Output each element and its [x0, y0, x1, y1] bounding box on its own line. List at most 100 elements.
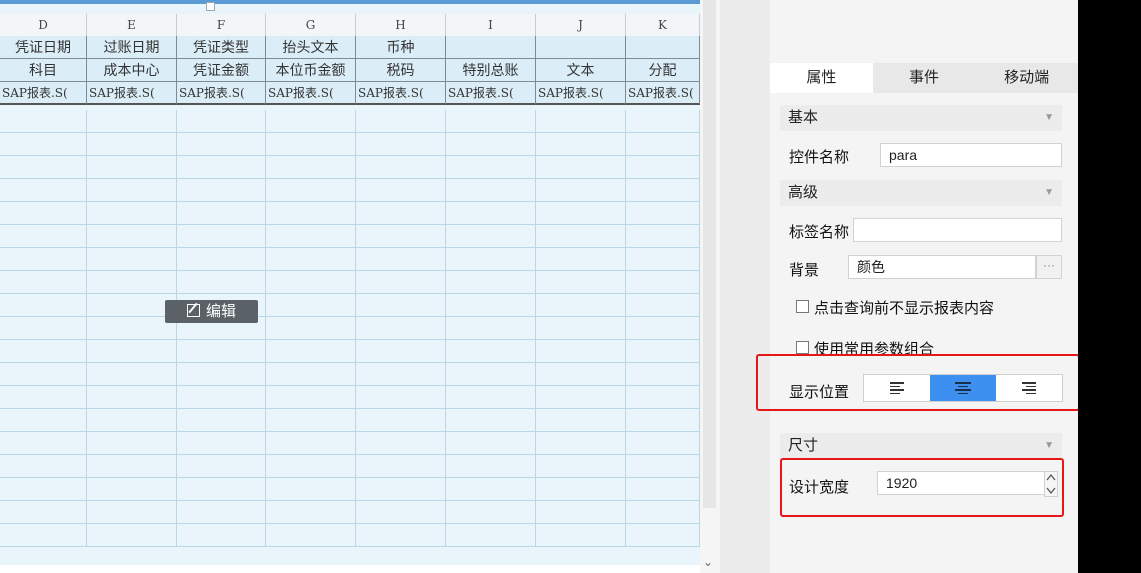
- table-cell[interactable]: [177, 432, 266, 455]
- table-cell[interactable]: [356, 133, 446, 156]
- table-cell[interactable]: [87, 363, 177, 386]
- table-cell[interactable]: [446, 386, 536, 409]
- table-cell[interactable]: [626, 524, 700, 547]
- table-cell[interactable]: [87, 317, 177, 340]
- table-cell[interactable]: [446, 110, 536, 133]
- table-cell[interactable]: [536, 225, 626, 248]
- table-cell[interactable]: [87, 386, 177, 409]
- report-sheet-canvas[interactable]: DEFGHIJK 凭证日期 过账日期 凭证类型 抬头文本 币种 科目 成本中心 凭证金额 本位币…: [0, 0, 700, 565]
- table-cell[interactable]: [626, 179, 700, 202]
- table-cell[interactable]: [626, 133, 700, 156]
- hide-before-query-checkbox[interactable]: [796, 300, 809, 313]
- edit-button[interactable]: 编辑: [165, 300, 258, 323]
- table-cell[interactable]: [626, 455, 700, 478]
- table-cell[interactable]: [0, 156, 87, 179]
- table-cell[interactable]: [536, 294, 626, 317]
- table-cell[interactable]: [177, 455, 266, 478]
- table-cell[interactable]: [536, 524, 626, 547]
- table-cell[interactable]: [266, 225, 356, 248]
- table-cell[interactable]: [177, 110, 266, 133]
- table-cell[interactable]: [536, 478, 626, 501]
- table-cell[interactable]: [536, 317, 626, 340]
- header-cell[interactable]: SAP报表.S(: [177, 82, 266, 105]
- header-cell[interactable]: 凭证类型: [177, 36, 266, 59]
- header-cell[interactable]: 科目: [0, 59, 87, 82]
- table-cell[interactable]: [536, 156, 626, 179]
- table-cell[interactable]: [87, 501, 177, 524]
- section-size[interactable]: 尺寸 ▼: [780, 433, 1062, 459]
- table-cell[interactable]: [266, 294, 356, 317]
- table-cell[interactable]: [356, 179, 446, 202]
- background-more-button[interactable]: ···: [1036, 255, 1062, 279]
- table-cell[interactable]: [446, 478, 536, 501]
- header-cell[interactable]: 文本: [536, 59, 626, 82]
- table-cell[interactable]: [87, 432, 177, 455]
- table-cell[interactable]: [356, 409, 446, 432]
- header-cell[interactable]: 本位币金额: [266, 59, 356, 82]
- table-cell[interactable]: [446, 294, 536, 317]
- table-cell[interactable]: [87, 156, 177, 179]
- table-cell[interactable]: [177, 202, 266, 225]
- table-cell[interactable]: [87, 409, 177, 432]
- table-cell[interactable]: [87, 340, 177, 363]
- table-cell[interactable]: [177, 478, 266, 501]
- table-cell[interactable]: [0, 340, 87, 363]
- table-cell[interactable]: [356, 501, 446, 524]
- table-cell[interactable]: [626, 386, 700, 409]
- table-cell[interactable]: [536, 202, 626, 225]
- header-cell[interactable]: [536, 36, 626, 59]
- header-cell[interactable]: SAP报表.S(: [446, 82, 536, 105]
- table-cell[interactable]: [87, 294, 177, 317]
- table-cell[interactable]: [266, 317, 356, 340]
- table-cell[interactable]: [536, 133, 626, 156]
- table-cell[interactable]: [356, 271, 446, 294]
- table-cell[interactable]: [0, 271, 87, 294]
- table-cell[interactable]: [356, 386, 446, 409]
- column-header-k[interactable]: K: [626, 14, 700, 36]
- table-cell[interactable]: [177, 179, 266, 202]
- table-cell[interactable]: [177, 133, 266, 156]
- header-cell[interactable]: SAP报表.S(: [87, 82, 177, 105]
- table-cell[interactable]: [626, 202, 700, 225]
- table-cell[interactable]: [177, 524, 266, 547]
- table-cell[interactable]: [0, 225, 87, 248]
- header-cell[interactable]: 凭证金额: [177, 59, 266, 82]
- table-cell[interactable]: [536, 455, 626, 478]
- table-cell[interactable]: [446, 340, 536, 363]
- column-header-h[interactable]: H: [356, 14, 446, 36]
- table-cell[interactable]: [87, 524, 177, 547]
- table-cell[interactable]: [626, 363, 700, 386]
- table-cell[interactable]: [356, 478, 446, 501]
- table-cell[interactable]: [356, 110, 446, 133]
- table-cell[interactable]: [177, 386, 266, 409]
- table-cell[interactable]: [356, 363, 446, 386]
- header-cell[interactable]: 分配: [626, 59, 700, 82]
- table-cell[interactable]: [536, 271, 626, 294]
- table-cell[interactable]: [626, 317, 700, 340]
- table-cell[interactable]: [446, 317, 536, 340]
- header-cell[interactable]: 币种: [356, 36, 446, 59]
- table-cell[interactable]: [446, 524, 536, 547]
- table-cell[interactable]: [536, 179, 626, 202]
- table-cell[interactable]: [446, 271, 536, 294]
- scrollbar-track[interactable]: [703, 0, 716, 508]
- table-cell[interactable]: [266, 432, 356, 455]
- table-cell[interactable]: [446, 501, 536, 524]
- table-cell[interactable]: [266, 386, 356, 409]
- resize-handle[interactable]: [206, 2, 215, 11]
- table-cell[interactable]: [446, 363, 536, 386]
- table-cell[interactable]: [266, 524, 356, 547]
- table-cell[interactable]: [177, 501, 266, 524]
- table-cell[interactable]: [266, 179, 356, 202]
- table-cell[interactable]: [356, 156, 446, 179]
- table-cell[interactable]: [87, 110, 177, 133]
- table-cell[interactable]: [177, 248, 266, 271]
- table-cell[interactable]: [0, 317, 87, 340]
- table-cell[interactable]: [356, 202, 446, 225]
- table-cell[interactable]: [356, 340, 446, 363]
- vertical-scrollbar[interactable]: [700, 0, 720, 573]
- tab-mobile[interactable]: 移动端: [975, 63, 1079, 93]
- table-cell[interactable]: [266, 156, 356, 179]
- table-cell[interactable]: [626, 248, 700, 271]
- table-cell[interactable]: [626, 110, 700, 133]
